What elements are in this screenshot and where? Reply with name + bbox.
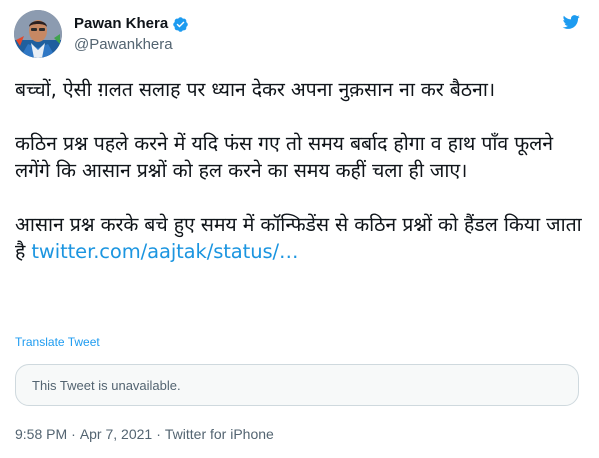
verified-badge-icon (173, 16, 188, 32)
tweet-text: बच्चों, ऐसी ग़लत सलाह पर ध्यान देकर अपना… (15, 76, 587, 265)
author-name[interactable]: Pawan Khera (74, 14, 168, 34)
meta-separator: · (156, 426, 161, 442)
tweet-card: Pawan Khera @Pawankhera बच्चों, ऐसी ग़लत… (0, 0, 599, 458)
meta-separator: · (71, 426, 76, 442)
tweet-link[interactable]: twitter.com/aajtak/status/… (31, 240, 298, 263)
translate-tweet-link[interactable]: Translate Tweet (15, 335, 100, 349)
author-handle[interactable]: @Pawankhera (74, 35, 189, 55)
author-block: Pawan Khera @Pawankhera (74, 14, 189, 55)
twitter-logo-icon[interactable] (561, 12, 581, 32)
tweet-paragraph-last: आसान प्रश्न करके बचे हुए समय में कॉन्फिड… (15, 211, 587, 265)
tweet-meta: 9:58 PM · Apr 7, 2021 · Twitter for iPho… (15, 426, 274, 442)
tweet-paragraph: कठिन प्रश्न पहले करने में यदि फंस गए तो … (15, 132, 553, 182)
tweet-source[interactable]: Twitter for iPhone (165, 426, 274, 442)
quoted-tweet-unavailable: This Tweet is unavailable. (15, 364, 579, 406)
avatar-photo (14, 10, 62, 58)
unavailable-message: This Tweet is unavailable. (32, 377, 181, 393)
tweet-date[interactable]: Apr 7, 2021 (80, 426, 152, 442)
avatar[interactable] (14, 10, 62, 58)
author-name-row: Pawan Khera (74, 14, 189, 34)
tweet-paragraph: बच्चों, ऐसी ग़लत सलाह पर ध्यान देकर अपना… (15, 78, 496, 101)
tweet-time[interactable]: 9:58 PM (15, 426, 67, 442)
